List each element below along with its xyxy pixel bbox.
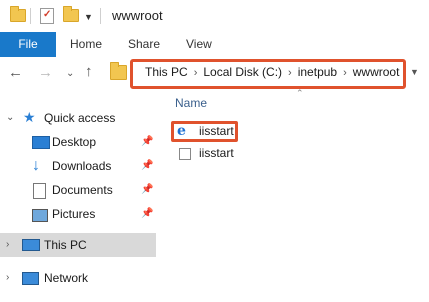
- tab-view[interactable]: View: [186, 32, 212, 57]
- folder-icon: [10, 6, 26, 22]
- pin-icon[interactable]: 📌: [141, 130, 153, 154]
- nav-label: Quick access: [44, 111, 116, 125]
- tab-home[interactable]: Home: [70, 32, 102, 57]
- desktop-icon: [32, 136, 50, 149]
- file-name: iisstart: [199, 124, 234, 138]
- breadcrumb-this-pc[interactable]: This PC: [145, 65, 188, 79]
- download-arrow-icon: ↓: [32, 157, 40, 174]
- forward-arrow-icon[interactable]: →: [38, 65, 53, 80]
- properties-icon[interactable]: ✓: [40, 8, 54, 24]
- expand-chevron-icon[interactable]: ›: [6, 233, 9, 257]
- pin-icon[interactable]: 📌: [141, 178, 153, 202]
- document-icon: [33, 183, 46, 199]
- breadcrumb-inetpub[interactable]: inetpub: [298, 65, 337, 79]
- toolbar-separator: [30, 8, 31, 24]
- breadcrumb: This PC › Local Disk (C:) › inetpub › wwwroot: [145, 65, 399, 81]
- up-arrow-icon[interactable]: ↑: [85, 64, 93, 79]
- back-arrow-icon[interactable]: ←: [8, 65, 23, 80]
- nav-downloads[interactable]: ↓ Downloads 📌: [0, 154, 156, 178]
- nav-documents[interactable]: Documents 📌: [0, 178, 156, 202]
- nav-label: This PC: [44, 238, 87, 252]
- expand-chevron-icon[interactable]: ⌄: [6, 106, 14, 130]
- chevron-right-icon[interactable]: ›: [194, 67, 198, 79]
- star-icon: ★: [23, 109, 36, 125]
- sort-caret-icon: ⌃: [296, 88, 304, 98]
- pictures-icon: [32, 209, 48, 222]
- tab-file[interactable]: File: [0, 32, 56, 57]
- new-folder-icon[interactable]: [63, 6, 79, 22]
- column-header-name[interactable]: Name: [175, 96, 207, 110]
- breadcrumb-local-disk[interactable]: Local Disk (C:): [203, 65, 282, 79]
- recent-locations-chevron-icon[interactable]: ⌄: [66, 66, 74, 81]
- window-title: wwwroot: [112, 8, 163, 23]
- nav-label: Network: [44, 271, 89, 285]
- chevron-right-icon[interactable]: ›: [288, 67, 292, 79]
- breadcrumb-wwwroot[interactable]: wwwroot: [353, 65, 400, 79]
- address-folder-icon: [110, 62, 127, 80]
- toolbar-separator: [100, 8, 101, 24]
- nav-desktop[interactable]: Desktop 📌: [0, 130, 156, 154]
- ie-html-icon: e: [177, 123, 186, 139]
- title-bar: ✓ ▼ wwwroot: [0, 0, 429, 32]
- address-history-dropdown[interactable]: ▼: [410, 67, 419, 77]
- nav-this-pc[interactable]: › This PC: [0, 233, 156, 257]
- pin-icon[interactable]: 📌: [141, 202, 153, 226]
- expand-chevron-icon[interactable]: ›: [6, 266, 9, 290]
- customize-quick-access-dropdown[interactable]: ▼: [84, 9, 93, 23]
- nav-label: Downloads: [52, 159, 112, 173]
- nav-label: Desktop: [52, 135, 97, 149]
- tab-share[interactable]: Share: [128, 32, 160, 57]
- chevron-right-icon[interactable]: ›: [343, 67, 347, 79]
- nav-quick-access[interactable]: ⌄ ★ Quick access: [0, 106, 156, 130]
- nav-network[interactable]: › Network: [0, 266, 156, 290]
- nav-pictures[interactable]: Pictures 📌: [0, 202, 156, 226]
- network-icon: [22, 272, 39, 285]
- nav-label: Pictures: [52, 207, 96, 221]
- pin-icon[interactable]: 📌: [141, 154, 153, 178]
- image-file-icon: [179, 148, 191, 160]
- nav-label: Documents: [52, 183, 113, 197]
- file-name: iisstart: [199, 146, 234, 160]
- computer-icon: [22, 239, 40, 251]
- ribbon-tabs: File Home Share View: [0, 32, 429, 58]
